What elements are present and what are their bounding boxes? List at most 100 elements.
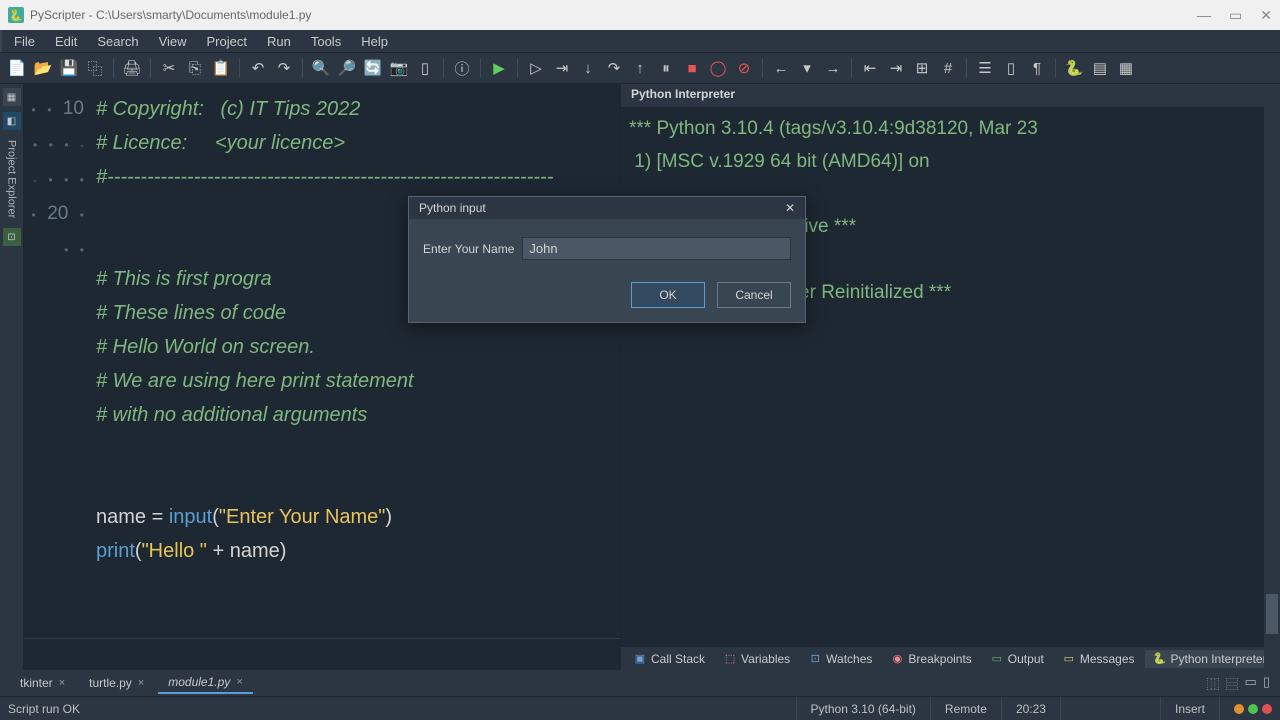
bottom-tabs: ▣Call Stack ⬚Variables ⊡Watches ◉Breakpo… [621,646,1280,670]
tab-callstack[interactable]: ▣Call Stack [625,650,713,668]
step-into-icon[interactable]: ↓ [577,57,599,79]
maximize-button[interactable]: ▭ [1229,7,1242,24]
side-tab-3[interactable]: ⊡ [3,228,21,246]
doc-icon[interactable]: ▯ [414,57,436,79]
menu-edit[interactable]: Edit [45,32,87,51]
menu-search[interactable]: Search [87,32,148,51]
info-icon[interactable]: ⓘ [451,57,473,79]
pilcrow-icon[interactable]: ¶ [1026,57,1048,79]
menu-project[interactable]: Project [197,32,257,51]
menu-help[interactable]: Help [351,32,398,51]
code-line: # Licence: <your licence> [96,132,345,154]
dialog-close-icon[interactable]: ✕ [785,201,795,215]
terminal-output[interactable]: *** Python 3.10.4 (tags/v3.10.4:9d38120,… [621,108,1280,646]
step-out-icon[interactable]: ↑ [629,57,651,79]
close-icon[interactable]: × [236,676,242,688]
record-icon[interactable]: ◯ [707,57,729,79]
step-over-icon[interactable]: ↷ [603,57,625,79]
ok-button[interactable]: OK [631,282,705,308]
menu-run[interactable]: Run [257,32,301,51]
paste-icon[interactable]: 📋 [210,57,232,79]
side-tab-1[interactable]: ▦ [3,88,21,106]
cut-icon[interactable]: ✂ [158,57,180,79]
cancel-button[interactable]: Cancel [717,282,791,308]
stop-icon[interactable]: ■ [681,57,703,79]
new-file-icon[interactable]: 📄 [6,57,28,79]
abort-icon[interactable]: ⊘ [733,57,755,79]
copy-icon[interactable]: ⎘ [184,57,206,79]
side-bar: ▦ ◧ Project Explorer ⊡ [0,84,24,670]
tab-controls: ⿲ ⿳ ▭ ▯ [1207,674,1270,693]
menu-tools[interactable]: Tools [301,32,351,51]
nav-forward-icon[interactable]: → [822,57,844,79]
dialog-title: Python input [419,201,486,215]
save-all-icon[interactable]: ⿻ [84,57,106,79]
panel-icon[interactable]: ▭ [1245,674,1257,693]
dialog-input[interactable] [522,237,791,260]
undo-icon[interactable]: ↶ [247,57,269,79]
menu-file[interactable]: File [4,32,45,51]
list-icon[interactable]: ☰ [974,57,996,79]
debug-icon[interactable]: ▷ [525,57,547,79]
filetab-tkinter[interactable]: tkinter× [10,673,75,693]
tab-messages[interactable]: ▭Messages [1054,650,1143,668]
close-button[interactable]: ✕ [1260,7,1272,24]
app-icon: 🐍 [8,7,24,23]
pause-icon[interactable]: ⏸ [655,57,677,79]
nav-back-icon[interactable]: ← [770,57,792,79]
code-line: print("Hello " + name) [96,540,286,562]
code-line: #---------------------------------------… [96,166,553,188]
tabify-icon[interactable]: ⊞ [911,57,933,79]
code-editor[interactable]: • • 10 • • • - - • • • • 20 • • • # Copy… [24,84,620,670]
status-bar: Script run OK Python 3.10 (64-bit) Remot… [0,696,1280,720]
scrollbar-thumb[interactable] [1266,594,1278,634]
tab-watches[interactable]: ⊡Watches [800,650,880,668]
panel2-icon[interactable]: ▯ [1263,674,1270,693]
print-icon[interactable]: 🖨 [121,57,143,79]
save-icon[interactable]: 💾 [58,57,80,79]
line-number: 20 [47,203,68,224]
menu-view[interactable]: View [149,32,197,51]
status-indicators [1219,697,1280,720]
indent-icon[interactable]: ⇥ [885,57,907,79]
line-number: 10 [63,98,84,119]
grid-icon[interactable]: ▦ [1115,57,1137,79]
filetab-module1[interactable]: module1.py× [158,672,252,694]
step-cursor-icon[interactable]: ⇥ [551,57,573,79]
close-icon[interactable]: × [59,677,65,689]
nav-dropdown-icon[interactable]: ▾ [796,57,818,79]
toolbar: 📄 📂 💾 ⿻ 🖨 ✂ ⎘ 📋 ↶ ↷ 🔍 🔎 🔄 📷 ▯ ⓘ ▶ ▷ ⇥ ↓ … [0,52,1280,84]
window-controls: — ▭ ✕ [1197,7,1272,24]
tab-output[interactable]: ▭Output [982,650,1052,668]
layout-icon[interactable]: ▤ [1089,57,1111,79]
camera-icon[interactable]: 📷 [388,57,410,79]
side-tab-2[interactable]: ◧ [3,112,21,130]
code-area[interactable]: # Copyright: (c) IT Tips 2022 # Licence:… [96,84,620,638]
tab-breakpoints[interactable]: ◉Breakpoints [882,650,979,668]
tab-variables[interactable]: ⬚Variables [715,650,798,668]
python-icon[interactable]: 🐍 [1063,57,1085,79]
code-line: # Hello World on screen. [96,336,315,358]
split-v-icon[interactable]: ⿳ [1226,674,1239,693]
comment-icon[interactable]: # [937,57,959,79]
find-replace-icon[interactable]: 🔄 [362,57,384,79]
run-icon[interactable]: ▶ [488,57,510,79]
minimize-button[interactable]: — [1197,7,1211,24]
filetab-turtle[interactable]: turtle.py× [79,673,154,693]
status-python: Python 3.10 (64-bit) [796,697,930,720]
tab-interpreter[interactable]: 🐍Python Interpreter [1145,650,1275,668]
indicator-icon [1234,704,1244,714]
open-file-icon[interactable]: 📂 [32,57,54,79]
close-icon[interactable]: × [138,677,144,689]
special-char-icon[interactable]: ▯ [1000,57,1022,79]
split-h-icon[interactable]: ⿲ [1207,674,1220,693]
term-line: *** Python 3.10.4 (tags/v3.10.4:9d38120,… [629,118,1038,139]
gutter: • • 10 • • • - - • • • • 20 • • • [24,84,96,638]
redo-icon[interactable]: ↷ [273,57,295,79]
scrollbar[interactable] [1264,84,1280,670]
interpreter-title: Python Interpreter [621,84,1280,108]
zoom-in-icon[interactable]: 🔍 [310,57,332,79]
zoom-out-icon[interactable]: 🔎 [336,57,358,79]
dedent-icon[interactable]: ⇤ [859,57,881,79]
interpreter-pane: Python Interpreter *** Python 3.10.4 (ta… [620,84,1280,670]
